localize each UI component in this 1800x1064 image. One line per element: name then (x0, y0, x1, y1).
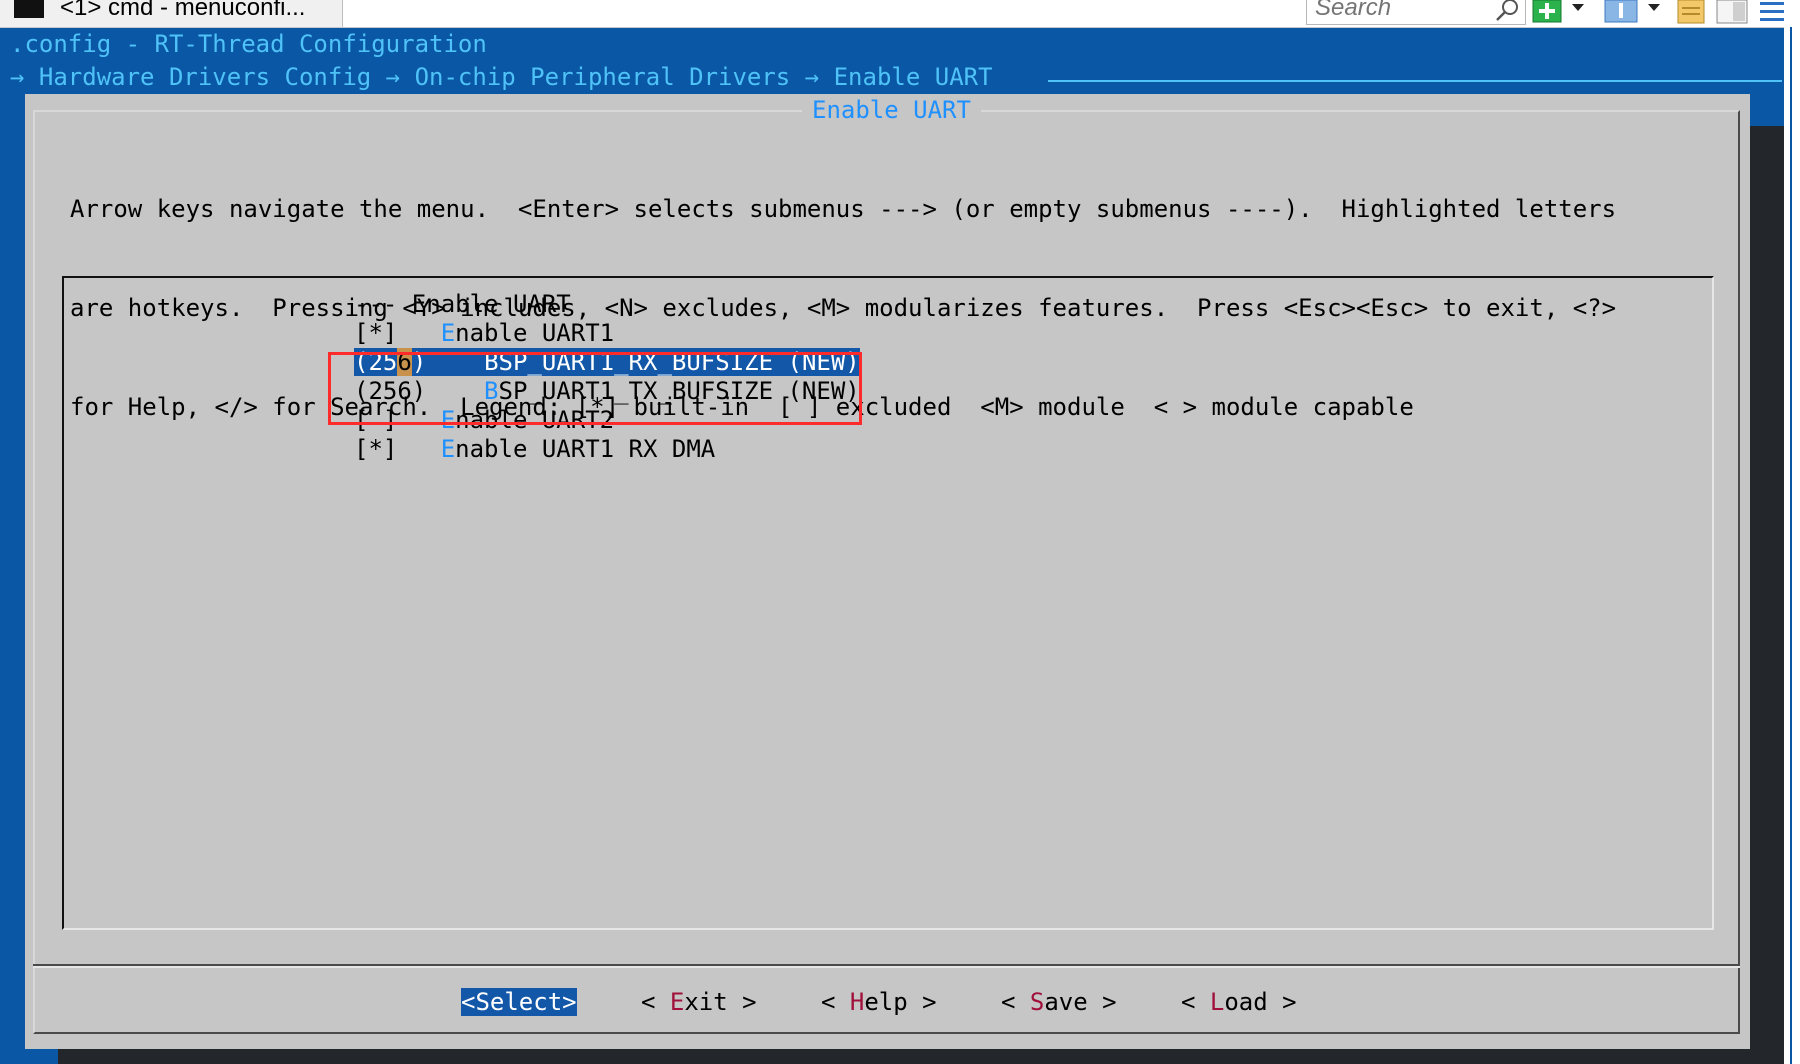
save-button[interactable]: < Save > (1001, 986, 1117, 1019)
notes-icon[interactable] (1676, 0, 1706, 24)
help-line: Arrow keys navigate the menu. <Enter> se… (70, 195, 1617, 223)
exit-button[interactable]: < Exit > (641, 986, 757, 1019)
dropdown-arrow-icon[interactable] (1570, 0, 1586, 24)
scrollbar-track[interactable] (1784, 27, 1800, 1064)
hotkey-letter: E (440, 319, 456, 347)
breadcrumb-rule (1048, 80, 1782, 82)
search-box[interactable] (1306, 0, 1526, 25)
hotkey-letter: S (1029, 988, 1045, 1016)
select-button[interactable]: <Select> (461, 986, 577, 1019)
hotkey-letter: E (669, 988, 685, 1016)
dialog-title: Enable UART (802, 94, 981, 127)
hotkey-letter: L (1209, 988, 1225, 1016)
selected-button-highlight: <Select> (461, 988, 577, 1016)
dialog-shadow (58, 1049, 1784, 1064)
breadcrumb: → Hardware Drivers Config → On-chip Peri… (10, 63, 993, 91)
load-button[interactable]: < Load > (1181, 986, 1297, 1019)
button-separator (33, 964, 1740, 968)
window-titlebar: <1> cmd - menuconfi... (0, 0, 1800, 28)
add-tab-icon[interactable] (1532, 0, 1562, 24)
panel-icon[interactable] (1716, 0, 1748, 24)
help-button[interactable]: < Help > (821, 986, 937, 1019)
menuconfig-dialog: Enable UART Arrow keys navigate the menu… (25, 94, 1750, 1049)
console-icon (14, 0, 44, 18)
menu-list (62, 276, 1714, 930)
menu-item-uart1-rx-dma[interactable]: [*] Enable UART1 RX DMA (354, 433, 715, 466)
hotkey-letter: H (849, 988, 865, 1016)
console-tab[interactable]: <1> cmd - menuconfi... (0, 0, 343, 27)
dropdown-arrow-icon[interactable] (1646, 0, 1662, 24)
dialog-shadow (1750, 126, 1784, 1064)
scrollbar-thumb[interactable] (1790, 27, 1792, 1064)
search-input[interactable] (1315, 0, 1475, 22)
hotkey-letter: E (440, 435, 456, 463)
tab-title: <1> cmd - menuconfi... (60, 0, 306, 21)
menu-icon[interactable] (1758, 0, 1786, 24)
annotation-highlight-box (328, 352, 862, 425)
info-icon[interactable] (1604, 0, 1638, 24)
config-title: .config - RT-Thread Configuration (10, 30, 487, 58)
search-icon[interactable] (1493, 0, 1521, 23)
